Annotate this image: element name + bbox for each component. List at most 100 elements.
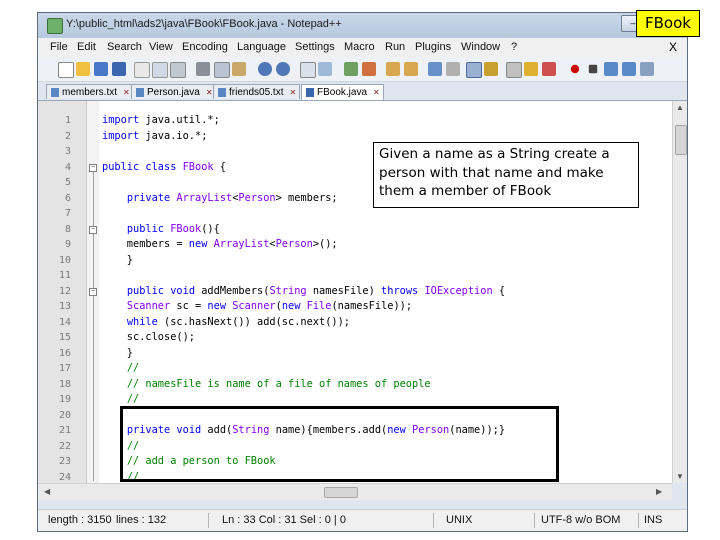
close-all-icon[interactable] xyxy=(152,62,168,78)
new-file-icon[interactable] xyxy=(58,62,74,78)
scroll-down-arrow-icon[interactable]: ▼ xyxy=(676,472,684,481)
menu-plugins[interactable]: Plugins xyxy=(415,41,451,53)
menu-edit[interactable]: Edit xyxy=(77,41,96,53)
code-line[interactable]: 8 − public FBook(){ xyxy=(38,222,672,237)
code-line[interactable]: 10 } xyxy=(38,253,672,268)
line-number: 15 xyxy=(58,332,71,343)
status-length: length : 3150 xyxy=(48,514,112,526)
record-macro-icon[interactable] xyxy=(570,64,580,74)
code-line[interactable]: 11 xyxy=(38,268,672,283)
indent-guide-icon[interactable] xyxy=(466,62,482,78)
vertical-scroll-thumb[interactable] xyxy=(675,125,687,155)
user-lang-icon[interactable] xyxy=(484,62,498,76)
menu-help[interactable]: ? xyxy=(511,41,517,53)
window-title: Y:\public_html\ads2\java\FBook\FBook.jav… xyxy=(66,18,342,30)
menu-file[interactable]: File xyxy=(50,41,68,53)
scroll-left-arrow-icon[interactable]: ◀ xyxy=(44,487,50,496)
folder-workspace-icon[interactable] xyxy=(542,62,556,76)
file-icon xyxy=(218,87,226,97)
zoom-out-icon[interactable] xyxy=(362,62,376,76)
copy-icon[interactable] xyxy=(214,62,230,78)
tab-members-txt[interactable]: members.txt ✕ xyxy=(46,84,134,99)
code-line[interactable]: 17 // xyxy=(38,361,672,376)
line-number: 21 xyxy=(58,425,71,436)
menu-view[interactable]: View xyxy=(149,41,173,53)
scroll-right-arrow-icon[interactable]: ▶ xyxy=(656,487,662,496)
fbook-corner-label: FBook xyxy=(636,10,700,37)
close-file-icon[interactable] xyxy=(134,62,150,78)
save-all-icon[interactable] xyxy=(112,62,126,76)
code-line[interactable]: 13 Scanner sc = new Scanner(new File(nam… xyxy=(38,299,672,314)
file-icon xyxy=(136,87,144,97)
sync-vertical-icon[interactable] xyxy=(386,62,400,76)
menu-settings[interactable]: Settings xyxy=(295,41,335,53)
fold-toggle-icon[interactable]: − xyxy=(89,163,97,172)
menu-encoding[interactable]: Encoding xyxy=(182,41,228,53)
horizontal-scroll-thumb[interactable] xyxy=(324,487,358,498)
tab-close-icon[interactable]: ✕ xyxy=(289,85,296,100)
find-icon[interactable] xyxy=(300,62,316,78)
zoom-in-icon[interactable] xyxy=(344,62,358,76)
scroll-up-arrow-icon[interactable]: ▲ xyxy=(676,103,684,112)
code-text: public class FBook { xyxy=(102,160,227,173)
tab-person-java[interactable]: Person.java ✕ xyxy=(131,84,217,99)
undo-icon[interactable] xyxy=(258,62,272,76)
code-line[interactable]: 14 while (sc.hasNext()) add(sc.next()); xyxy=(38,315,672,330)
code-text: // xyxy=(126,362,140,374)
replace-icon[interactable] xyxy=(318,62,332,76)
tab-close-icon[interactable]: ✕ xyxy=(373,85,380,100)
code-line[interactable]: 7 xyxy=(38,206,672,221)
redo-icon[interactable] xyxy=(276,62,290,76)
code-line[interactable]: 9 members = new ArrayList<Person>(); xyxy=(38,237,672,252)
tab-fbook-java[interactable]: FBook.java ✕ xyxy=(301,84,384,100)
code-line[interactable]: 16 } xyxy=(38,346,672,361)
status-position: Ln : 33 Col : 31 Sel : 0 | 0 xyxy=(222,514,346,526)
code-line[interactable]: 19 // xyxy=(38,392,672,407)
file-icon xyxy=(51,87,59,97)
function-list-icon[interactable] xyxy=(524,62,538,76)
show-all-chars-icon[interactable] xyxy=(446,62,460,76)
line-number: 17 xyxy=(58,363,71,374)
code-line[interactable]: 12 − public void addMembers(String namesF… xyxy=(38,284,672,299)
stop-record-icon[interactable] xyxy=(588,64,598,74)
title-bar[interactable]: Y:\public_html\ads2\java\FBook\FBook.jav… xyxy=(38,13,687,38)
horizontal-scrollbar[interactable]: ◀ ▶ xyxy=(38,483,672,500)
menu-macro[interactable]: Macro xyxy=(344,41,375,53)
run-macro-multiple-icon[interactable] xyxy=(622,62,636,76)
menu-language[interactable]: Language xyxy=(237,41,286,53)
save-icon[interactable] xyxy=(94,62,108,76)
line-number: 9 xyxy=(64,239,71,250)
open-folder-icon[interactable] xyxy=(76,62,90,76)
toolbar xyxy=(38,57,687,82)
paste-icon[interactable] xyxy=(232,62,246,76)
code-line[interactable]: 18 // namesFile is name of a file of nam… xyxy=(38,377,672,392)
line-number: 19 xyxy=(58,394,71,405)
menu-search[interactable]: Search xyxy=(107,41,142,53)
tab-close-icon[interactable]: ✕ xyxy=(123,85,130,100)
menu-run[interactable]: Run xyxy=(385,41,405,53)
line-number: 4 xyxy=(64,161,71,173)
tab-close-icon[interactable]: ✕ xyxy=(206,85,213,100)
code-text: import java.util.*; xyxy=(102,114,220,126)
line-number: 1 xyxy=(64,115,71,126)
sync-horizontal-icon[interactable] xyxy=(404,62,418,76)
print-icon[interactable] xyxy=(170,62,186,78)
line-number: 22 xyxy=(58,440,71,452)
fold-toggle-icon[interactable]: − xyxy=(89,287,97,296)
close-document-icon[interactable]: X xyxy=(669,40,677,54)
vertical-scrollbar[interactable]: ▲ ▼ xyxy=(672,101,687,483)
status-lines: lines : 132 xyxy=(116,514,167,526)
code-line[interactable]: 15 sc.close(); xyxy=(38,330,672,345)
tab-label: Person.java xyxy=(147,86,200,98)
status-divider xyxy=(638,513,639,528)
fold-toggle-icon[interactable]: − xyxy=(89,225,97,234)
menu-window[interactable]: Window xyxy=(461,41,500,53)
tab-friends05-txt[interactable]: friends05.txt ✕ xyxy=(213,84,301,100)
status-bar: length : 3150 lines : 132 Ln : 33 Col : … xyxy=(38,509,687,531)
save-macro-icon[interactable] xyxy=(640,62,654,76)
code-line[interactable]: 1 import java.util.*; xyxy=(38,113,672,128)
word-wrap-icon[interactable] xyxy=(428,62,442,76)
play-macro-icon[interactable] xyxy=(604,62,618,76)
cut-icon[interactable] xyxy=(196,62,210,76)
doc-map-icon[interactable] xyxy=(506,62,522,78)
